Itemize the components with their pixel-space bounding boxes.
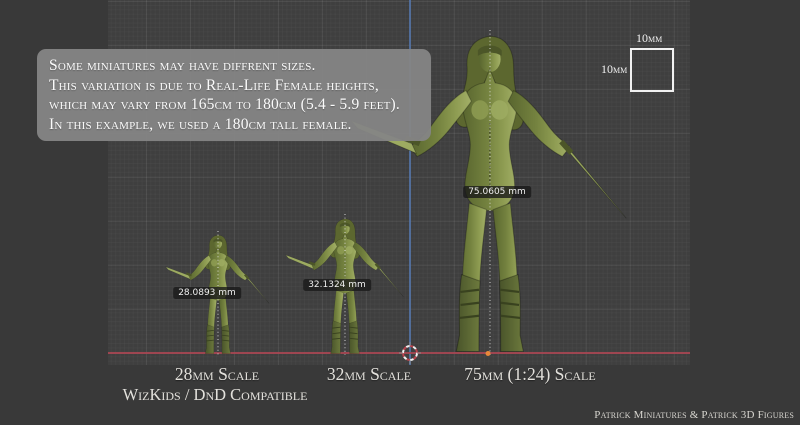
viewport-3d[interactable]: Some miniatures may have diffrent sizes.… <box>0 0 800 425</box>
info-line: This variation is due to Real-Life Femal… <box>49 76 419 96</box>
scale-sublabel-wizkids: WizKids / DnD Compatible <box>123 385 308 405</box>
reference-square-top-label: 10mm <box>636 31 662 46</box>
measurement-label-28mm: 28.0893 mm <box>173 287 241 299</box>
reference-square-side-label: 10mm <box>601 62 627 77</box>
measurement-label-75mm: 75.0605 mm <box>463 186 531 198</box>
scale-label-32mm: 32mm Scale <box>327 364 411 385</box>
object-origin-dot <box>486 351 491 356</box>
scale-label-75mm: 75mm (1:24) Scale <box>464 364 595 385</box>
cursor-3d-icon[interactable] <box>399 342 421 364</box>
info-line: In this example, we used a 180cm tall fe… <box>49 115 419 135</box>
info-box: Some miniatures may have diffrent sizes.… <box>37 49 431 141</box>
credit-text: Patrick Miniatures & Patrick 3D Figures <box>594 409 794 421</box>
reference-square-10mm <box>630 48 674 92</box>
info-line: which may vary from 165cm to 180cm (5.4 … <box>49 95 419 115</box>
measurement-label-32mm: 32.1324 mm <box>303 279 371 291</box>
scale-label-28mm: 28mm Scale <box>175 364 259 385</box>
info-line: Some miniatures may have diffrent sizes. <box>49 56 419 76</box>
